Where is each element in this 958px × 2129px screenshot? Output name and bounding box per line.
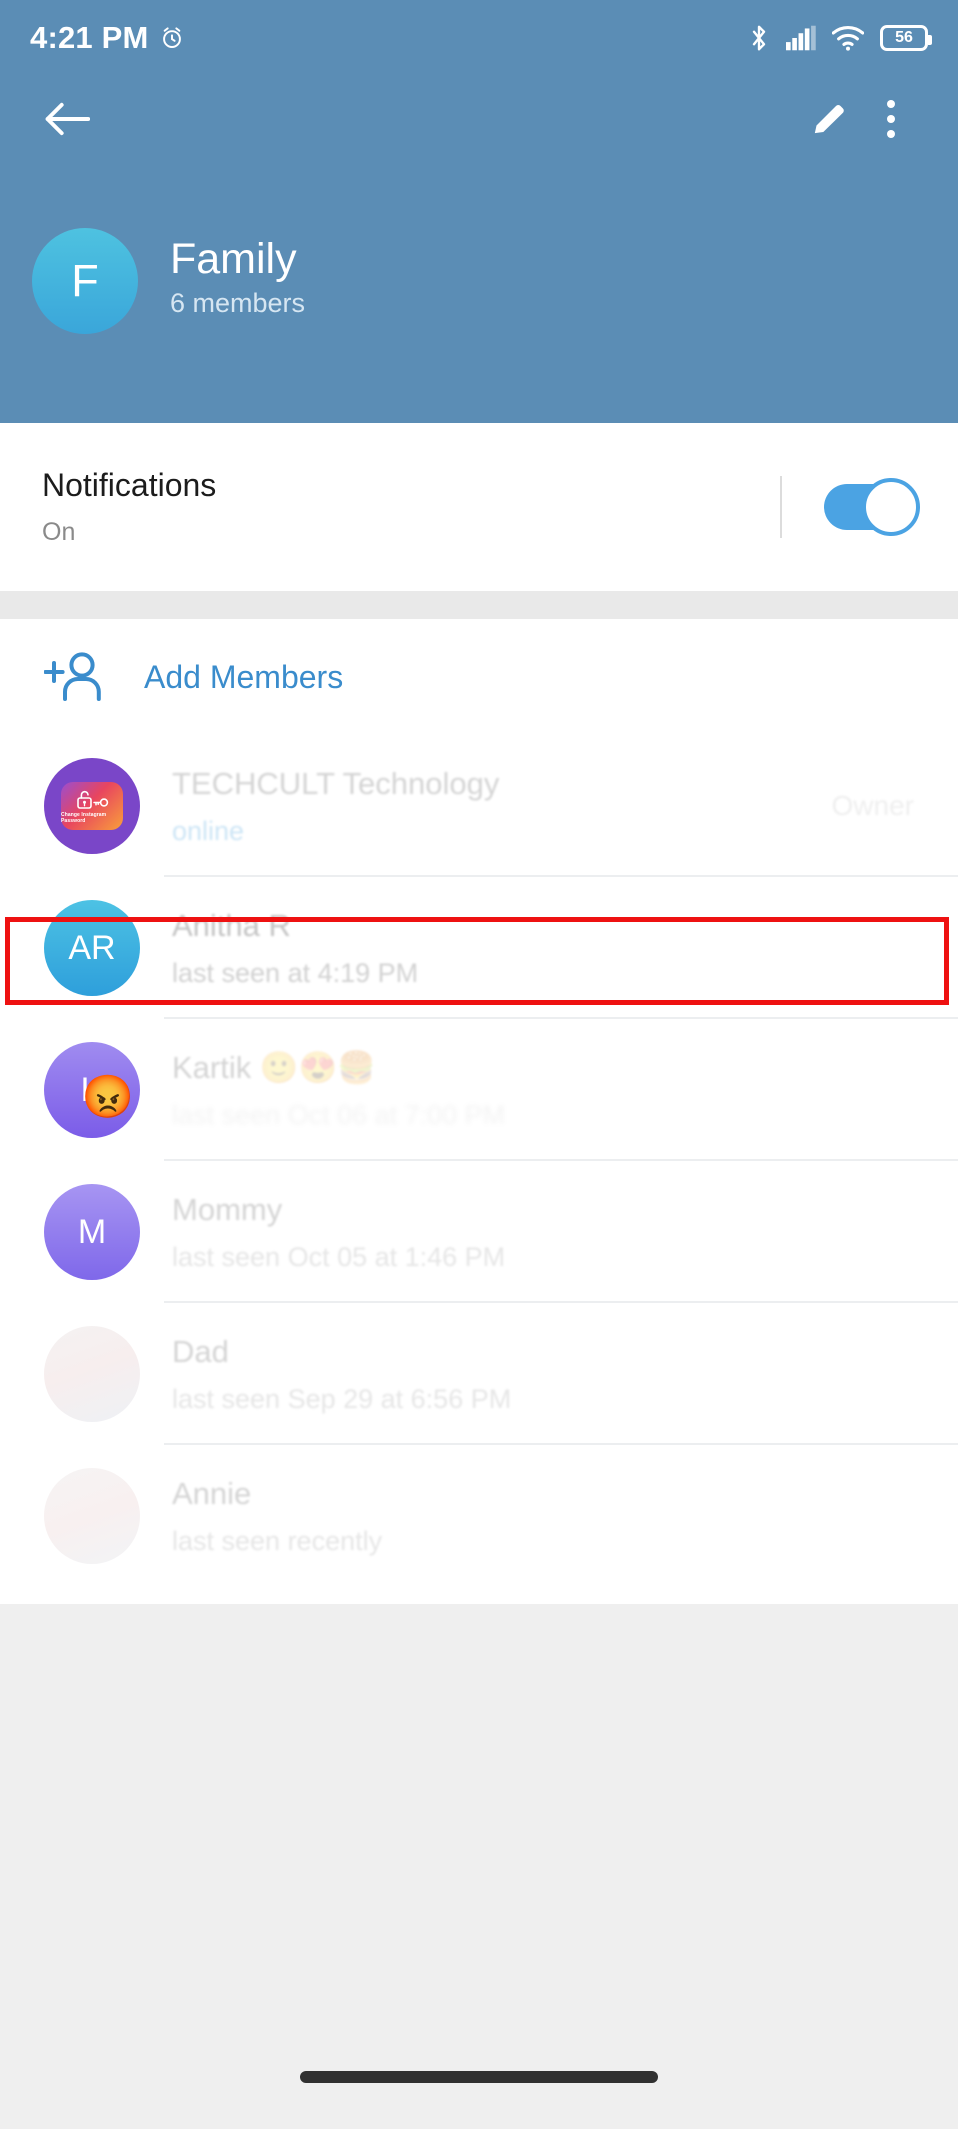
avatar xyxy=(44,1468,140,1564)
member-status: last seen Sep 29 at 6:56 PM xyxy=(172,1383,512,1414)
empty-area xyxy=(0,1604,958,2129)
avatar-initials: M xyxy=(77,1212,107,1251)
navigation-bar xyxy=(0,76,958,162)
notifications-row[interactable]: Notifications On xyxy=(0,423,958,591)
status-bar: 4:21 PM 56 xyxy=(0,0,958,76)
add-members-row[interactable]: Add Members xyxy=(0,619,958,735)
member-row-anitha-r[interactable]: AR Anitha R last seen at 4:19 PM xyxy=(0,877,958,1019)
member-text: TECHCULT Technology online xyxy=(172,766,800,847)
notifications-value: On xyxy=(42,518,76,546)
member-text: Anitha R last seen at 4:19 PM xyxy=(172,908,914,989)
edit-button[interactable] xyxy=(798,88,860,150)
vertical-divider xyxy=(780,476,782,538)
status-bar-left: 4:21 PM xyxy=(30,20,185,56)
avatar: M xyxy=(44,1184,140,1280)
battery-icon: 56 xyxy=(880,25,932,51)
bluetooth-icon xyxy=(752,25,766,51)
wifi-icon xyxy=(832,26,864,51)
status-bar-clock: 4:21 PM xyxy=(30,20,149,55)
group-title-block: Family 6 members xyxy=(170,234,306,325)
member-row[interactable]: Dad last seen Sep 29 at 6:56 PM xyxy=(0,1303,958,1445)
group-avatar-initial: F xyxy=(71,255,99,306)
member-row[interactable]: Annie last seen recently xyxy=(0,1445,958,1587)
avatar-emoji: 😡 xyxy=(81,1073,134,1120)
member-status: last seen Oct 05 at 1:46 PM xyxy=(172,1241,506,1272)
member-row[interactable]: M Mommy last seen Oct 05 at 1:46 PM xyxy=(0,1161,958,1303)
member-name: TECHCULT Technology xyxy=(172,765,500,801)
member-text: Dad last seen Sep 29 at 6:56 PM xyxy=(172,1334,914,1415)
group-avatar[interactable]: F xyxy=(32,228,138,334)
member-name: Kartik 🙂😍🍔 xyxy=(172,1050,376,1085)
member-row[interactable]: Change Instagram Password TECHCULT Techn… xyxy=(0,735,958,877)
group-member-count: 6 members xyxy=(170,288,306,319)
avatar-initials: AR xyxy=(68,928,116,967)
instagram-password-badge-icon: Change Instagram Password xyxy=(61,782,123,830)
overflow-menu-icon xyxy=(887,100,895,138)
avatar xyxy=(44,1326,140,1422)
system-navigation-pill[interactable] xyxy=(300,2071,658,2083)
member-text: Annie last seen recently xyxy=(172,1476,914,1557)
add-person-icon xyxy=(44,652,101,701)
member-name: Dad xyxy=(172,1333,229,1369)
member-row[interactable]: K 😡 Kartik 🙂😍🍔 last seen Oct 06 at 7:00 … xyxy=(0,1019,958,1161)
member-name: Mommy xyxy=(172,1191,283,1227)
member-status: last seen at 4:19 PM xyxy=(172,957,419,988)
member-status: last seen recently xyxy=(172,1525,383,1556)
member-text: Kartik 🙂😍🍔 last seen Oct 06 at 7:00 PM xyxy=(172,1049,914,1131)
group-header-info[interactable]: F Family 6 members xyxy=(32,228,305,334)
status-bar-right: 56 xyxy=(748,23,932,53)
phone-screen: 4:21 PM 56 F Family 6 members Notificati… xyxy=(0,0,958,2129)
avatar: K 😡 xyxy=(44,1042,140,1138)
member-text: Mommy last seen Oct 05 at 1:46 PM xyxy=(172,1192,914,1273)
app-header: 4:21 PM 56 F Family 6 members xyxy=(0,0,958,423)
back-arrow-icon xyxy=(45,102,90,136)
member-role-badge: Owner xyxy=(831,790,914,821)
battery-level-label: 56 xyxy=(895,29,913,46)
toggle-knob xyxy=(862,478,920,536)
member-name: Anitha R xyxy=(172,907,291,943)
unlock-key-icon xyxy=(77,790,109,809)
group-name: Family xyxy=(170,234,297,283)
member-name: Annie xyxy=(172,1475,252,1511)
pencil-edit-icon xyxy=(814,105,844,134)
avatar: Change Instagram Password xyxy=(44,758,140,854)
back-button[interactable] xyxy=(36,88,98,150)
member-status: online xyxy=(172,815,245,846)
alarm-clock-icon xyxy=(162,27,181,48)
section-gap xyxy=(0,591,958,619)
notifications-text: Notifications On xyxy=(42,467,780,547)
members-card: Add Members Change Instagram Password TE… xyxy=(0,619,958,1604)
notifications-toggle[interactable] xyxy=(824,478,920,536)
overflow-menu-button[interactable] xyxy=(860,88,922,150)
notifications-control xyxy=(780,476,920,538)
cellular-signal-icon xyxy=(786,25,816,51)
avatar: AR xyxy=(44,900,140,996)
add-members-label: Add Members xyxy=(144,658,344,695)
notifications-label: Notifications xyxy=(42,467,217,503)
member-status: last seen Oct 06 at 7:00 PM xyxy=(172,1100,506,1130)
avatar-caption: Change Instagram Password xyxy=(61,811,107,824)
